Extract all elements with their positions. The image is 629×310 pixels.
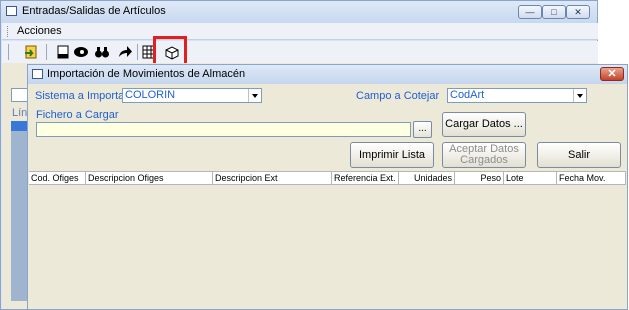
menubar-grip bbox=[7, 26, 10, 37]
aceptar-datos-button[interactable]: Aceptar Datos Cargados bbox=[442, 142, 526, 168]
cargar-datos-label: Cargar Datos ... bbox=[445, 118, 523, 130]
binoculars-icon[interactable] bbox=[94, 44, 110, 60]
menubar: Acciones bbox=[2, 23, 598, 40]
campo-select[interactable]: CodArt bbox=[447, 88, 587, 103]
column-header[interactable]: Peso bbox=[455, 172, 504, 184]
main-window-title: Entradas/Salidas de Artículos bbox=[22, 5, 166, 17]
movements-grid[interactable]: Cod. Ofiges Descripcion Ofiges Descripci… bbox=[29, 171, 626, 309]
campo-label: Campo a Cotejar bbox=[356, 90, 440, 102]
dialog-window-icon bbox=[32, 69, 43, 79]
import-dialog: Importación de Movimientos de Almacén ✕ … bbox=[27, 64, 628, 310]
toolbar bbox=[2, 41, 598, 63]
fichero-label: Fichero a Cargar bbox=[36, 109, 119, 121]
column-header[interactable]: Referencia Ext. bbox=[332, 172, 399, 184]
sistema-select[interactable]: COLORIN bbox=[122, 88, 262, 103]
maximize-button[interactable]: □ bbox=[542, 5, 566, 19]
main-titlebar[interactable]: Entradas/Salidas de Artículos — □ ✕ bbox=[1, 1, 597, 23]
highlight-box bbox=[153, 36, 187, 66]
column-header[interactable]: Unidades bbox=[399, 172, 455, 184]
sistema-value: COLORIN bbox=[125, 89, 176, 101]
salir-button[interactable]: Salir bbox=[537, 142, 621, 168]
partial-label: Lín bbox=[12, 107, 28, 119]
window-icon bbox=[6, 6, 17, 16]
dialog-titlebar[interactable]: Importación de Movimientos de Almacén ✕ bbox=[28, 65, 627, 84]
main-close-button[interactable]: ✕ bbox=[566, 5, 590, 19]
eye-icon[interactable] bbox=[73, 44, 89, 60]
new-doc-icon[interactable] bbox=[55, 44, 71, 60]
dialog-close-button[interactable]: ✕ bbox=[600, 67, 624, 81]
column-header[interactable]: Descripcion Ofiges bbox=[86, 172, 213, 184]
aceptar-datos-label-line2: Cargados bbox=[460, 154, 508, 166]
column-header[interactable]: Lote bbox=[504, 172, 557, 184]
toolbar-separator bbox=[8, 44, 9, 60]
dialog-title: Importación de Movimientos de Almacén bbox=[47, 68, 246, 80]
menu-acciones[interactable]: Acciones bbox=[17, 25, 62, 37]
column-header[interactable]: Cod. Ofiges bbox=[29, 172, 86, 184]
sistema-label: Sistema a Importar bbox=[35, 90, 128, 102]
forward-arrow-icon[interactable] bbox=[117, 44, 133, 60]
cargar-datos-button[interactable]: Cargar Datos ... bbox=[442, 112, 526, 137]
toolbar-separator bbox=[46, 44, 47, 60]
column-header[interactable]: Descripcion Ext bbox=[213, 172, 332, 184]
import-icon[interactable] bbox=[24, 44, 40, 60]
imprimir-lista-button[interactable]: Imprimir Lista bbox=[350, 142, 434, 168]
browse-button[interactable]: ... bbox=[413, 121, 432, 138]
toolbar-separator bbox=[137, 44, 138, 60]
campo-value: CodArt bbox=[450, 89, 485, 101]
fichero-input[interactable] bbox=[36, 122, 411, 137]
imprimir-lista-label: Imprimir Lista bbox=[358, 148, 425, 161]
chevron-down-icon[interactable] bbox=[573, 89, 586, 102]
grid-header: Cod. Ofiges Descripcion Ofiges Descripci… bbox=[29, 171, 626, 185]
salir-label: Salir bbox=[567, 148, 590, 161]
column-header[interactable]: Fecha Mov. bbox=[557, 172, 626, 184]
chevron-down-icon[interactable] bbox=[248, 89, 261, 102]
minimize-button[interactable]: — bbox=[518, 5, 542, 19]
